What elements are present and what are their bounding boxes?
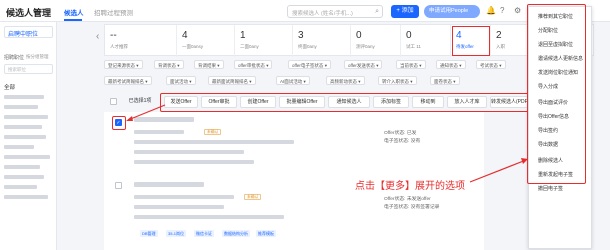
annotation-text: 点击【更多】展开的选项 bbox=[355, 181, 465, 192]
menu-item-revoke-esign[interactable]: 撤回电子签 bbox=[538, 185, 563, 192]
dropdown-highlight bbox=[527, 4, 586, 184]
annotation-arrows bbox=[126, 104, 528, 183]
right-rail bbox=[597, 22, 610, 250]
